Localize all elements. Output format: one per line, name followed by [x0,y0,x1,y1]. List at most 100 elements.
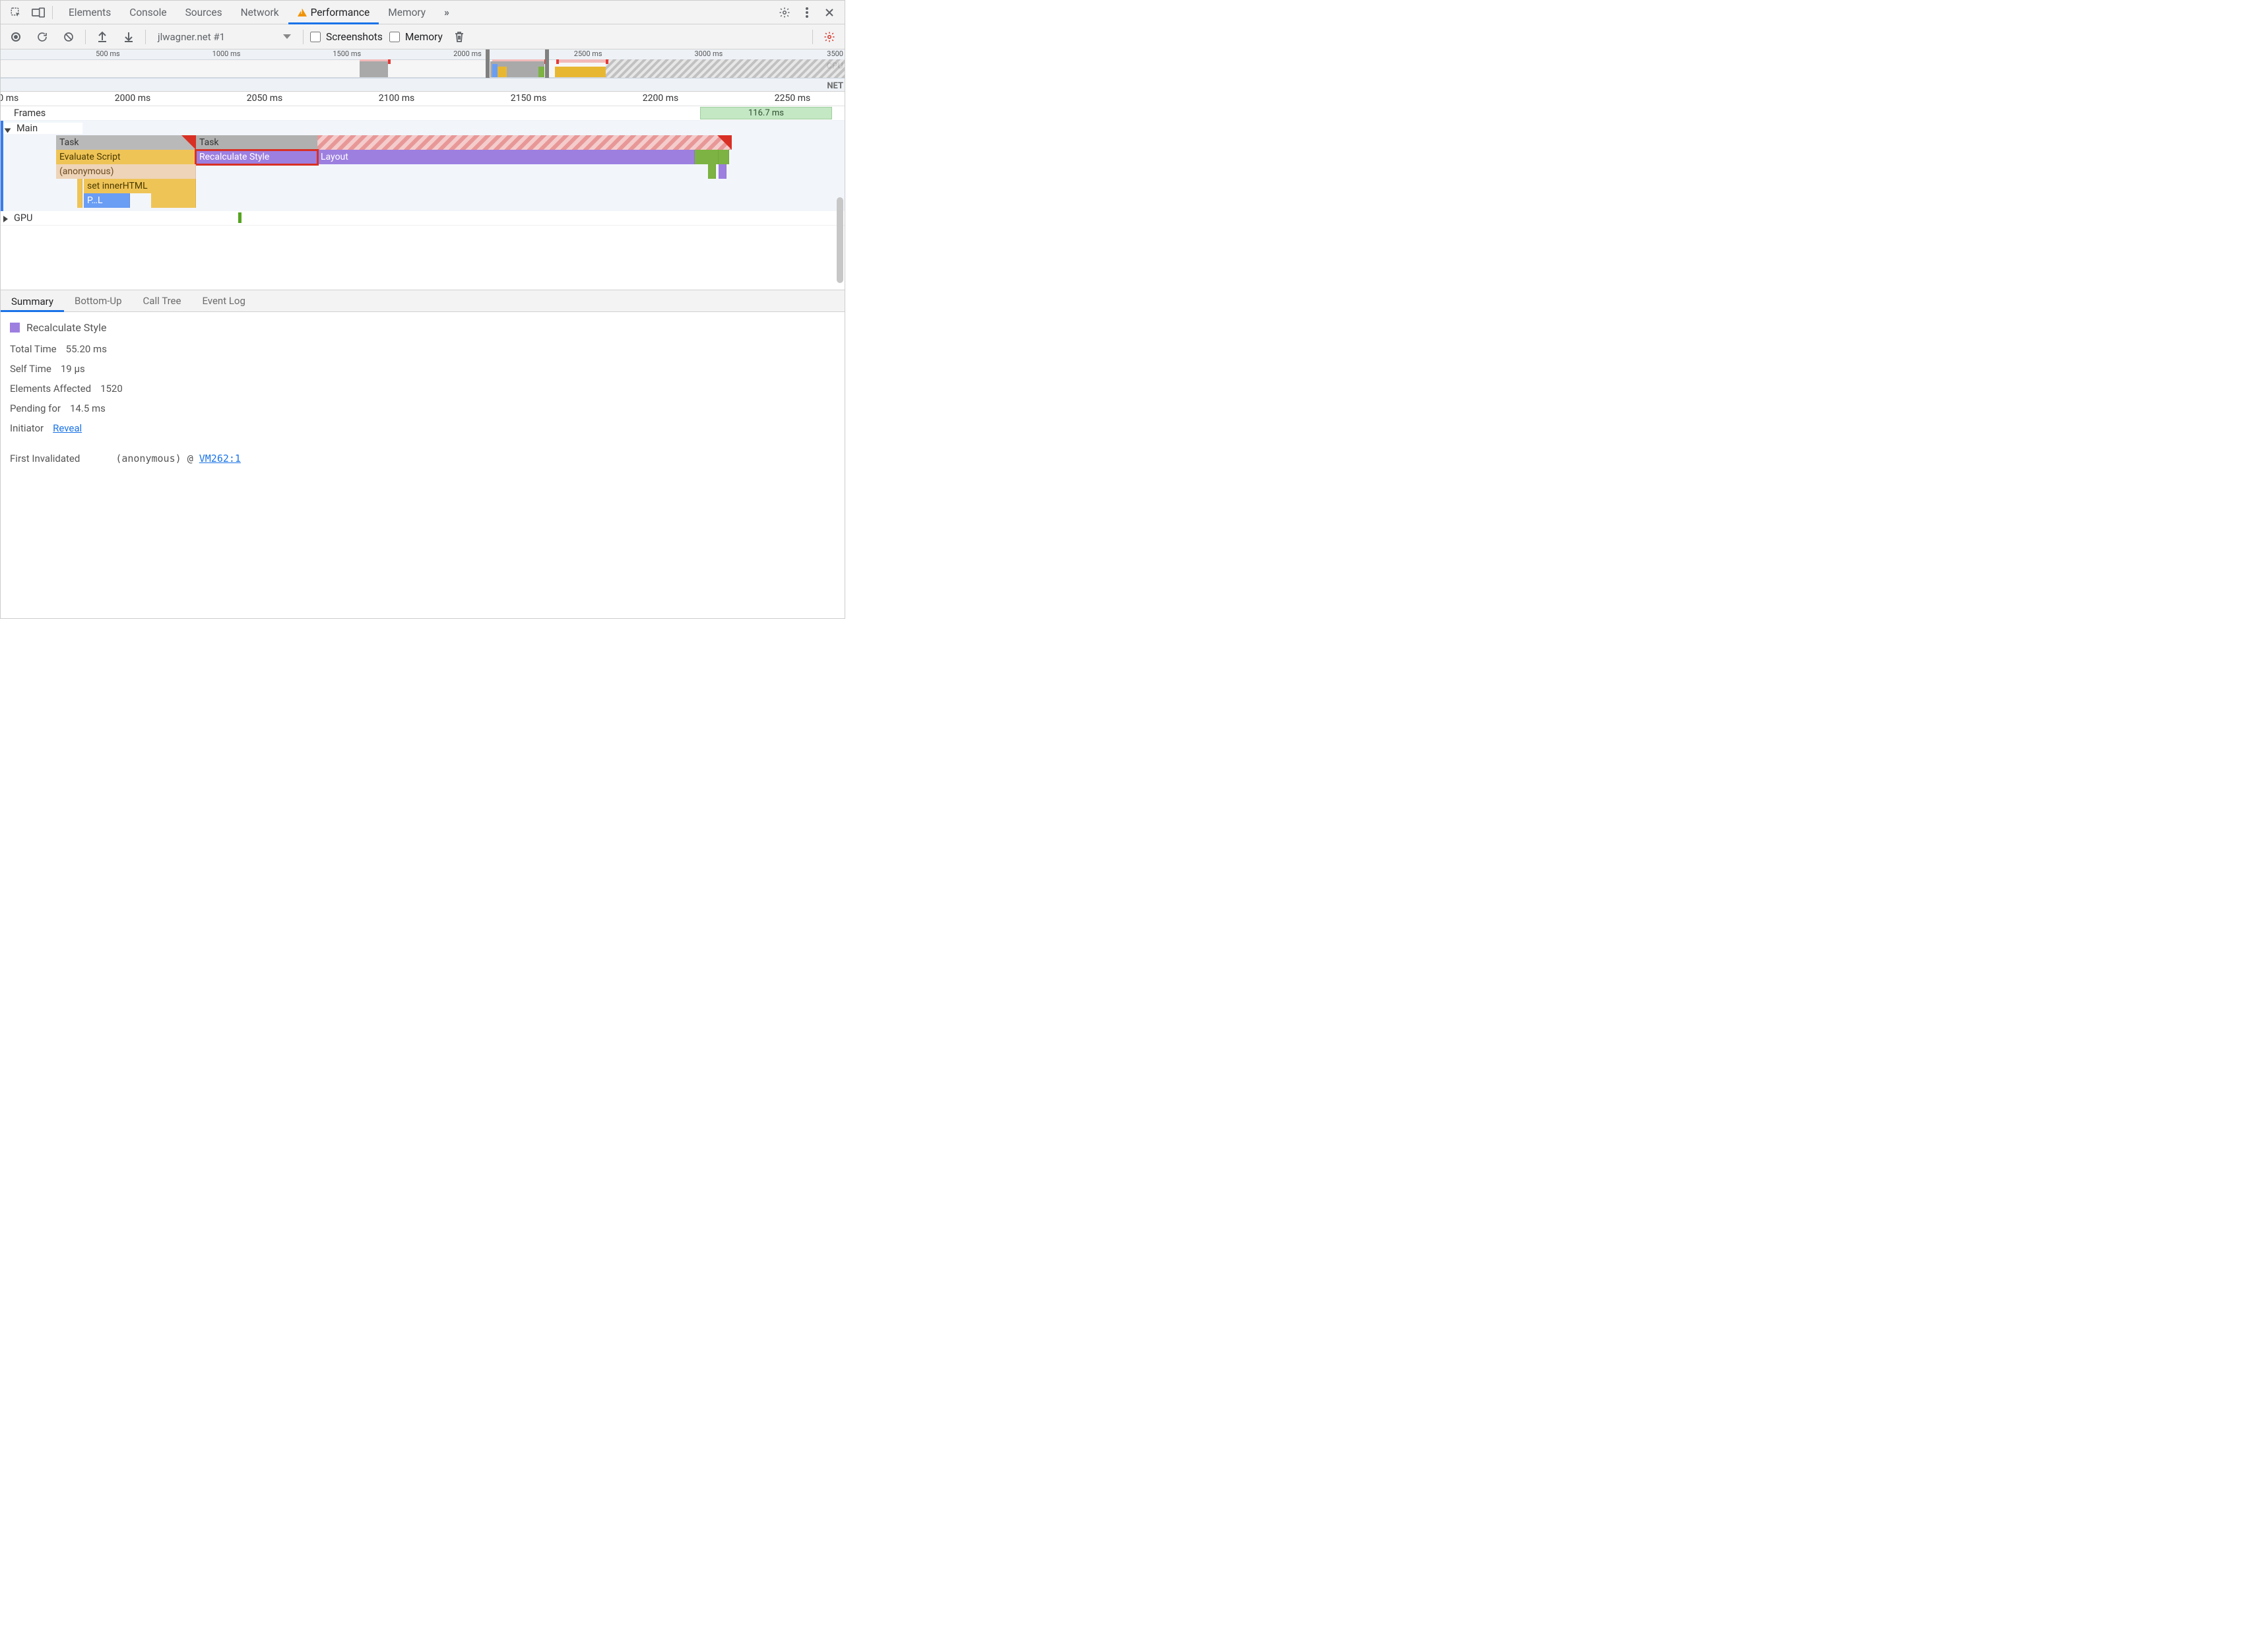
flame-evaluate-script[interactable]: Evaluate Script [56,150,196,164]
tab-more[interactable]: » [435,1,459,24]
flame-paint[interactable] [695,150,719,164]
overview-tick: 500 ms [96,49,121,58]
overview-activity [360,61,387,77]
disclosure-triangle-icon [3,216,8,222]
inspect-element-icon[interactable] [5,2,27,23]
main-track-header[interactable]: Main [3,123,82,134]
clear-button[interactable] [59,27,79,47]
details-tab-summary[interactable]: Summary [1,291,64,312]
details-tab-eventlog[interactable]: Event Log [191,290,255,311]
overview-longtask-bar [556,59,606,63]
ruler-tick: 1950 ms [1,93,18,104]
load-profile-icon[interactable] [92,27,112,47]
overview-timeline[interactable]: 500 ms1000 ms1500 ms2000 ms2500 ms3000 m… [1,49,845,92]
frames-track[interactable]: Frames 116.7 ms [1,106,845,121]
tab-memory[interactable]: Memory [379,1,435,24]
separator [52,6,53,19]
close-devtools-icon[interactable] [818,2,841,23]
warning-icon [298,9,307,16]
flame-composite[interactable] [719,150,729,164]
overview-red-marker [606,59,608,64]
flamechart-ruler: 1950 ms2000 ms2050 ms2100 ms2150 ms2200 … [1,92,845,106]
overview-net-lane [1,78,845,91]
summary-row-elements: Elements Affected1520 [10,383,835,395]
summary-title: Recalculate Style [10,321,835,334]
overview-tick: 1000 ms [212,49,242,58]
device-toolbar-icon[interactable] [27,2,49,23]
panel-tabs: Elements Console Sources Network Perform… [59,1,459,24]
overview-ruler: 500 ms1000 ms1500 ms2000 ms2500 ms3000 m… [1,49,845,59]
tab-network[interactable]: Network [232,1,288,24]
frame-block[interactable]: 116.7 ms [700,107,832,119]
overview-activity [538,67,544,77]
gpu-activity-tick [238,212,242,223]
flame-anonymous[interactable]: (anonymous) [56,164,196,179]
ruler-tick: 2250 ms [775,93,810,104]
summary-row-initiator: Initiator Reveal [10,422,835,434]
settings-gear-icon[interactable] [773,2,796,23]
summary-row-first-invalidated: First Invalidated (anonymous) @ VM262:1 [10,453,835,464]
trash-icon[interactable] [449,27,469,47]
flame-parse-html[interactable]: P…L [84,193,130,208]
summary-row-pending: Pending for14.5 ms [10,402,835,414]
gpu-track[interactable]: GPU [1,211,845,226]
flamechart[interactable]: TaskTaskEvaluate ScriptRecalculate Style… [3,135,845,211]
flamechart-area[interactable]: 1950 ms2000 ms2050 ms2100 ms2150 ms2200 … [1,92,845,290]
separator [812,30,813,44]
ruler-tick: 2150 ms [511,93,546,104]
first-invalidated-link[interactable]: VM262:1 [199,453,241,464]
flame-paint[interactable] [708,164,716,179]
separator [85,30,86,44]
kebab-menu-icon[interactable] [796,2,818,23]
recording-selector[interactable]: jlwagner.net #1 [152,28,296,46]
summary-row-self-time: Self Time19 µs [10,363,835,375]
ruler-tick: 2200 ms [643,93,678,104]
overview-red-marker [556,59,559,64]
overview-tick: 3500 [827,49,845,58]
overview-activity [555,67,606,77]
overview-window-handle[interactable] [486,49,490,78]
flame-task[interactable]: Task [56,135,196,150]
details-tabbar: Summary Bottom-Up Call Tree Event Log [1,290,845,312]
flame-layout[interactable] [719,164,726,179]
separator [303,30,304,44]
initiator-reveal-link[interactable]: Reveal [53,422,82,434]
memory-checkbox[interactable]: Memory [389,31,443,43]
reload-record-button[interactable] [32,27,52,47]
first-invalidated-func: (anonymous) [115,453,181,464]
ruler-tick: 2000 ms [115,93,150,104]
gpu-track-header[interactable]: GPU [1,212,80,224]
summary-panel: Recalculate Style Total Time55.20 ms Sel… [1,312,845,478]
main-track[interactable]: Main TaskTaskEvaluate ScriptRecalculate … [1,121,845,211]
flame-slice[interactable] [77,193,82,208]
devtools-tabbar: Elements Console Sources Network Perform… [1,1,845,24]
save-profile-icon[interactable] [119,27,139,47]
tab-performance[interactable]: Performance [288,1,379,24]
disclosure-triangle-icon [5,128,11,133]
details-tab-calltree[interactable]: Call Tree [133,290,192,311]
performance-toolbar: jlwagner.net #1 Screenshots Memory [1,24,845,49]
longtask-hatch [317,135,732,150]
screenshots-checkbox[interactable]: Screenshots [310,31,383,43]
chevron-down-icon [283,34,291,39]
tab-elements[interactable]: Elements [59,1,120,24]
selected-event-outline [195,149,319,166]
overview-tick: 3000 ms [695,49,724,58]
flame-slice[interactable] [151,193,196,208]
longtask-corner-icon [181,135,196,150]
tab-console[interactable]: Console [120,1,176,24]
overview-tick: 2000 ms [453,49,483,58]
overview-window-handle[interactable] [545,49,549,78]
tab-sources[interactable]: Sources [176,1,232,24]
longtask-corner-icon [717,135,732,150]
frames-track-header: Frames [1,108,80,119]
ruler-tick: 2100 ms [379,93,414,104]
overview-activity [492,64,497,77]
flame-layout[interactable]: Layout [317,150,695,164]
record-button[interactable] [6,27,26,47]
details-tab-bottomup[interactable]: Bottom-Up [64,290,133,311]
flame-slice[interactable] [77,179,82,193]
flame-set-innerhtml[interactable]: set innerHTML [84,179,196,193]
vertical-scrollbar[interactable] [837,197,843,283]
capture-settings-icon[interactable] [820,27,839,47]
